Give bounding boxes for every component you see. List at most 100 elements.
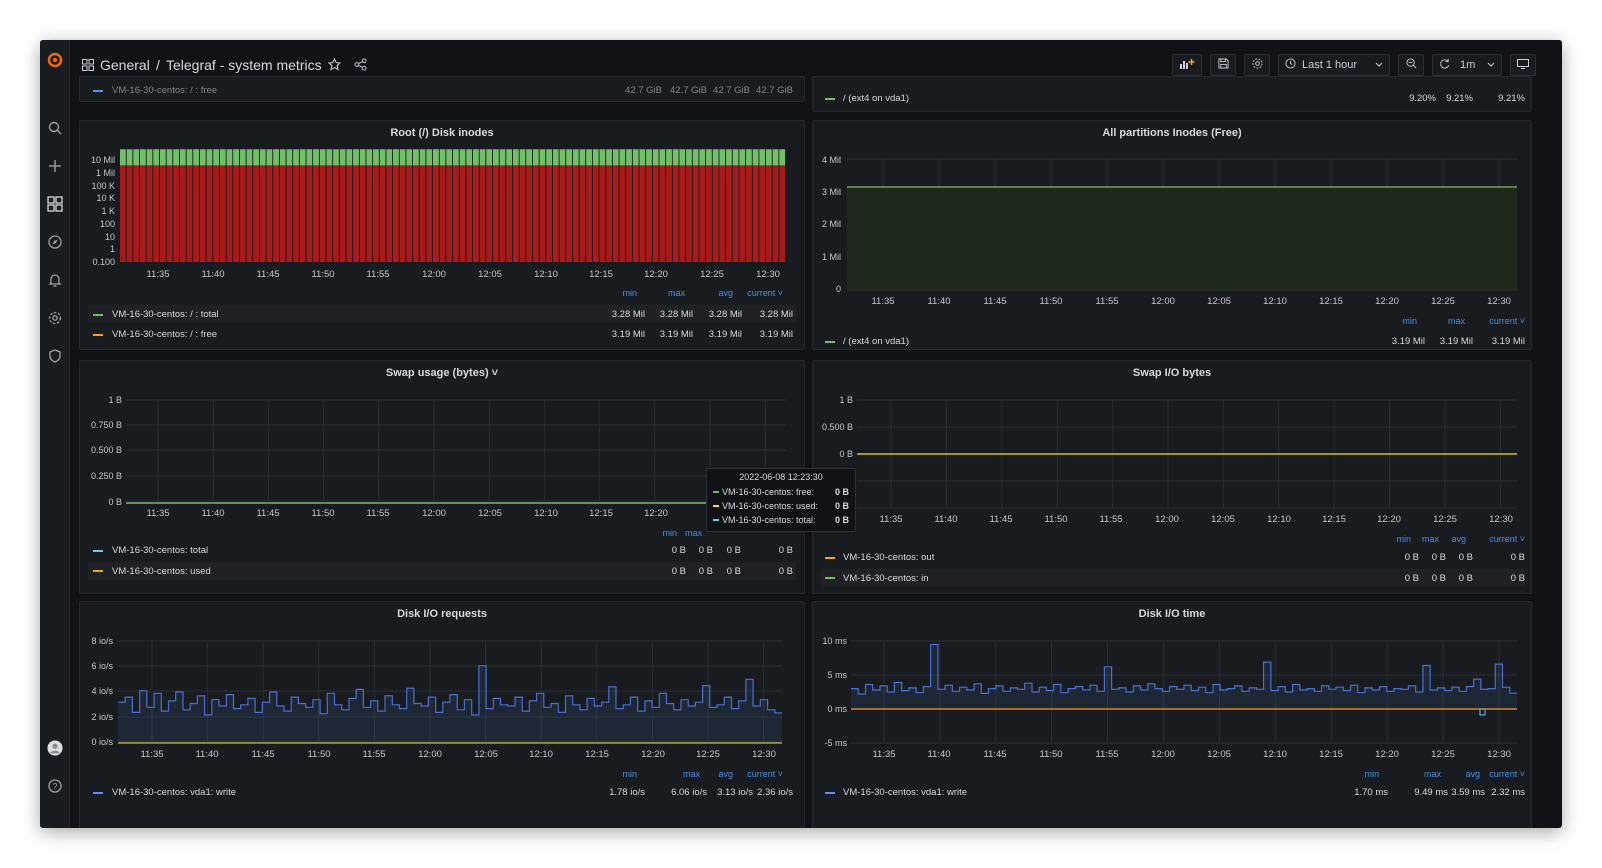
x-tick-label: 12:30 xyxy=(1489,514,1513,525)
bar-free xyxy=(413,165,419,262)
legend-header-max[interactable]: max xyxy=(668,288,686,298)
legend-header-avg[interactable]: avg xyxy=(718,288,733,298)
panel-title[interactable]: Disk I/O time xyxy=(813,608,1531,620)
legend-value: 3.13 io/s xyxy=(717,787,753,798)
legend-value: 9.21% xyxy=(1446,93,1473,104)
save-dashboard-button[interactable] xyxy=(1210,54,1236,76)
panel-title[interactable]: Swap I/O bytes xyxy=(813,367,1531,379)
server-admin-icon[interactable] xyxy=(47,348,63,364)
bar-free xyxy=(639,165,646,262)
bar-total xyxy=(306,149,313,166)
legend-header-current[interactable]: current ˅ xyxy=(747,288,783,298)
bar-free xyxy=(739,165,746,262)
legend-header-min[interactable]: min xyxy=(1402,316,1417,326)
bar-free xyxy=(499,165,506,262)
grid-icon xyxy=(82,58,94,76)
search-icon[interactable] xyxy=(47,120,63,136)
bar-free xyxy=(632,165,639,262)
dashboard-settings-button[interactable] xyxy=(1244,54,1270,76)
legend-header-min[interactable]: min xyxy=(622,769,637,779)
dashboards-icon[interactable] xyxy=(47,196,63,212)
legend-header-max[interactable]: max xyxy=(1422,534,1440,544)
y-tick-label: 0 io/s xyxy=(91,737,113,747)
legend-header-current[interactable]: current ˅ xyxy=(747,769,783,779)
bar-total xyxy=(186,149,193,166)
legend-header-avg[interactable]: avg xyxy=(718,769,733,779)
tooltip-swatch xyxy=(713,505,719,507)
legend-header-current[interactable]: current ˅ xyxy=(1489,316,1525,326)
page-title[interactable]: Telegraf - system metrics xyxy=(166,57,322,73)
configuration-icon[interactable] xyxy=(47,310,63,326)
bar-total xyxy=(259,149,266,166)
legend-label[interactable]: VM-16-30-centos: in xyxy=(843,573,929,584)
legend-label[interactable]: VM-16-30-centos: out xyxy=(843,552,935,563)
legend-label[interactable]: VM-16-30-centos: / : free xyxy=(112,329,217,340)
explore-icon[interactable] xyxy=(47,234,63,250)
legend-header-current[interactable]: current ˅ xyxy=(1489,534,1525,544)
bar-free xyxy=(213,165,219,262)
legend-label[interactable]: VM-16-30-centos: total xyxy=(112,545,208,556)
y-tick-label: 1 Mil xyxy=(96,168,115,178)
y-tick-label: -5 ms xyxy=(825,738,848,748)
legend-label[interactable]: VM-16-30-centos: used xyxy=(112,566,211,577)
alerting-icon[interactable] xyxy=(47,272,63,288)
time-picker[interactable]: Last 1 hour xyxy=(1278,54,1390,76)
swap-usage-chart: 1 B 0.750 B 0.500 B 0.250 B 0 B 11:35 11… xyxy=(88,395,796,580)
bar-total xyxy=(419,149,426,166)
legend-label[interactable]: / (ext4 on vda1) xyxy=(843,93,909,104)
bar-free xyxy=(426,165,433,262)
bar-total xyxy=(459,149,466,166)
panel-title[interactable]: Root (/) Disk inodes xyxy=(80,127,804,139)
bar-total xyxy=(339,149,346,166)
help-icon[interactable]: ? xyxy=(47,778,63,794)
user-avatar-icon[interactable] xyxy=(47,740,63,756)
legend-header-max[interactable]: max xyxy=(1424,769,1442,779)
bar-free xyxy=(772,165,779,262)
legend-header-max[interactable]: max xyxy=(685,528,703,538)
legend-header-avg[interactable]: avg xyxy=(1465,769,1480,779)
bar-total xyxy=(179,149,186,166)
legend-swatch xyxy=(93,314,103,316)
panel-title[interactable]: Swap usage (bytes) ˅ xyxy=(80,367,804,379)
x-tick-label: 12:10 xyxy=(1263,749,1287,760)
star-icon[interactable] xyxy=(327,57,342,76)
y-tick-label: 0 B xyxy=(839,449,853,459)
bar-free xyxy=(546,165,552,262)
bar-free xyxy=(139,165,146,262)
legend-header-avg[interactable]: avg xyxy=(1451,534,1466,544)
legend-header-min[interactable]: min xyxy=(622,288,637,298)
legend-header-min[interactable]: min xyxy=(1364,769,1379,779)
legend-label[interactable]: VM-16-30-centos: vda1: write xyxy=(843,787,967,798)
bar-total xyxy=(759,149,766,166)
panel-title[interactable]: All partitions Inodes (Free) xyxy=(813,127,1531,139)
view-mode-button[interactable] xyxy=(1510,54,1536,76)
bar-total xyxy=(139,149,146,166)
legend-label[interactable]: / (ext4 on vda1) xyxy=(843,336,909,347)
legend-label[interactable]: VM-16-30-centos: / : free xyxy=(112,85,217,96)
bar-total xyxy=(626,149,632,166)
add-panel-icon xyxy=(1179,58,1195,73)
bar-free xyxy=(273,165,279,262)
refresh-picker[interactable]: 1m xyxy=(1432,54,1502,76)
bar-total xyxy=(699,149,706,166)
legend-header-max[interactable]: max xyxy=(683,769,701,779)
legend-header-max[interactable]: max xyxy=(1448,316,1466,326)
add-panel-button[interactable] xyxy=(1172,54,1202,76)
legend-header-min[interactable]: min xyxy=(662,528,677,538)
swap-io-chart: 1 B 0.500 B 0 B 11:35 11:40 11:45 11:50 … xyxy=(821,395,1525,587)
grafana-logo-icon[interactable] xyxy=(47,52,63,68)
x-tick-label: 12:10 xyxy=(534,508,558,519)
panel-root-disk-inodes: Root (/) Disk inodes 10 Mil 1 Mil 100 K … xyxy=(79,120,805,350)
legend-header-current[interactable]: current ˅ xyxy=(1489,769,1525,779)
plus-icon[interactable] xyxy=(47,158,63,174)
share-icon[interactable] xyxy=(354,58,367,76)
bar-free xyxy=(626,165,632,262)
breadcrumb-folder[interactable]: General xyxy=(100,57,150,73)
panel-title[interactable]: Disk I/O requests xyxy=(80,608,804,620)
bar-free xyxy=(399,165,406,262)
legend-label[interactable]: VM-16-30-centos: vda1: write xyxy=(112,787,236,798)
zoom-out-button[interactable] xyxy=(1398,54,1424,76)
legend-label[interactable]: VM-16-30-centos: / : total xyxy=(112,309,219,320)
legend-header-min[interactable]: min xyxy=(1396,534,1411,544)
bar-free xyxy=(133,165,140,262)
